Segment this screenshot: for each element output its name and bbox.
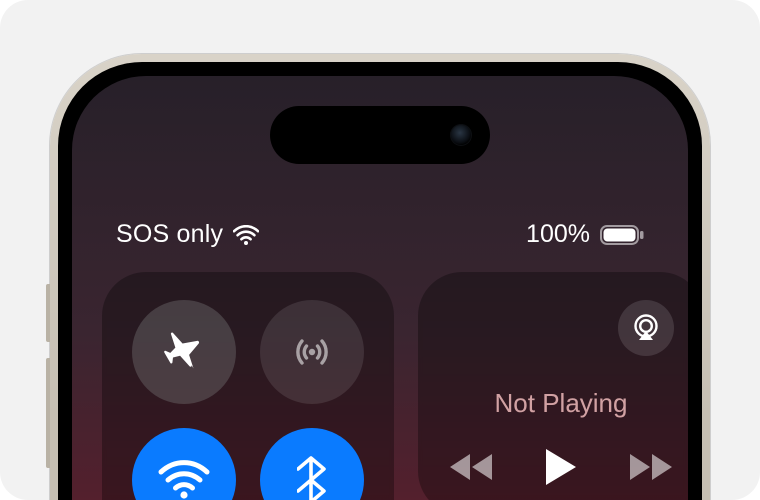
screen: SOS only 100% [72,76,688,500]
control-center: Not Playing [102,272,658,500]
cellular-data-toggle[interactable] [260,300,364,404]
antenna-icon [287,327,337,377]
screenshot-canvas: SOS only 100% [0,0,760,500]
status-bar: SOS only 100% [72,220,688,249]
wifi-toggle[interactable] [132,428,236,500]
front-camera [450,124,472,146]
connectivity-panel[interactable] [102,272,394,500]
transport-controls [448,447,674,487]
battery-icon [600,225,644,245]
carrier-status-text: SOS only [116,220,223,249]
phone-bezel: SOS only 100% [58,62,702,500]
side-button [46,284,50,342]
airplay-button[interactable] [618,300,674,356]
status-left: SOS only [116,220,259,249]
bluetooth-toggle[interactable] [260,428,364,500]
volume-buttons [46,358,50,468]
airplane-icon [159,327,209,377]
battery-percent-text: 100% [526,220,590,249]
phone-frame: SOS only 100% [50,54,710,500]
dynamic-island [270,106,490,164]
next-track-button[interactable] [624,451,674,483]
airplane-mode-toggle[interactable] [132,300,236,404]
play-button[interactable] [544,447,578,487]
wifi-icon [233,225,259,245]
media-panel[interactable]: Not Playing [418,272,688,500]
airplay-icon [631,313,661,343]
now-playing-text: Not Playing [448,388,674,419]
wifi-icon [158,460,210,500]
status-right: 100% [526,220,644,249]
previous-track-button[interactable] [448,451,498,483]
bluetooth-icon [297,456,327,500]
